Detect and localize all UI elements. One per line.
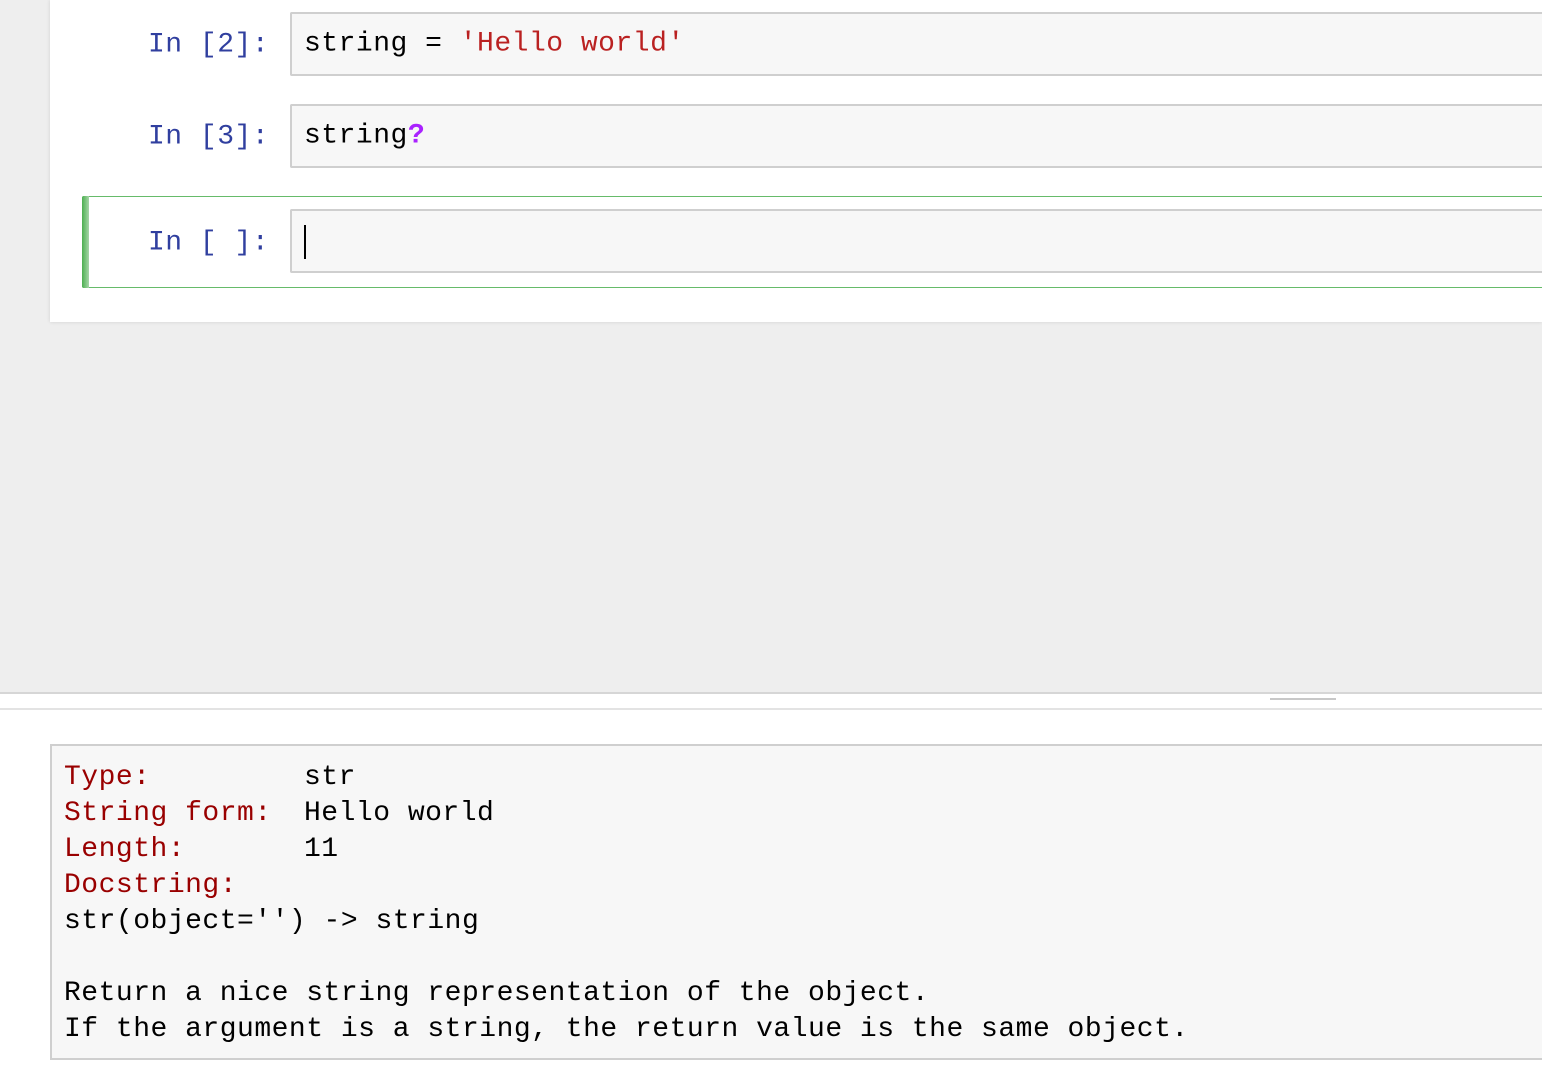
code-line: string = 'Hello world' xyxy=(304,29,685,60)
pager-value: 11 xyxy=(304,834,339,865)
pager-key: String form: xyxy=(64,798,272,829)
pager-resize-handle[interactable] xyxy=(1270,698,1336,700)
code-editor[interactable] xyxy=(290,209,1542,273)
pager-line-docstring: Docstring: xyxy=(64,868,1530,904)
pager-divider xyxy=(0,708,1542,710)
notebook-area: In [2]: string = 'Hello world' In [3]: s… xyxy=(0,0,1542,692)
help-operator: ? xyxy=(407,120,426,152)
pager-line-length: Length: 11 xyxy=(64,832,1530,868)
code-token: string xyxy=(304,120,408,152)
docstring-line xyxy=(64,940,1530,976)
code-editor[interactable]: string? xyxy=(290,104,1542,168)
notebook-container: In [2]: string = 'Hello world' In [3]: s… xyxy=(50,0,1542,322)
code-cell-2[interactable]: In [2]: string = 'Hello world' xyxy=(82,0,1542,90)
pager-value: Hello world xyxy=(304,798,495,829)
pager-line-type: Type: str xyxy=(64,760,1530,796)
pager-key: Docstring: xyxy=(64,870,238,901)
pager-line-string-form: String form: Hello world xyxy=(64,796,1530,832)
input-prompt: In [3]: xyxy=(148,121,270,153)
pager-contents: Type: str String form: Hello world Length:… xyxy=(50,744,1542,1060)
pager-key: Length: xyxy=(64,834,186,865)
docstring-line: str(object='') -> string xyxy=(64,906,480,937)
docstring-line: Return a nice string representation of t… xyxy=(64,978,930,1009)
string-literal: 'Hello world' xyxy=(459,28,685,60)
pager-panel: Type: str String form: Hello world Length:… xyxy=(0,692,1542,1082)
input-prompt: In [ ]: xyxy=(148,227,270,259)
docstring-line: If the argument is a string, the return … xyxy=(64,1014,1189,1045)
input-prompt: In [2]: xyxy=(148,29,270,61)
text-cursor xyxy=(304,225,306,259)
code-line: string? xyxy=(304,121,425,152)
pager-key: Type: xyxy=(64,762,151,793)
code-cell-3[interactable]: In [3]: string? xyxy=(82,92,1542,182)
code-editor[interactable]: string = 'Hello world' xyxy=(290,12,1542,76)
code-cell-active[interactable]: In [ ]: xyxy=(82,196,1542,288)
code-token: string = xyxy=(304,28,460,60)
pager-value: str xyxy=(304,762,356,793)
